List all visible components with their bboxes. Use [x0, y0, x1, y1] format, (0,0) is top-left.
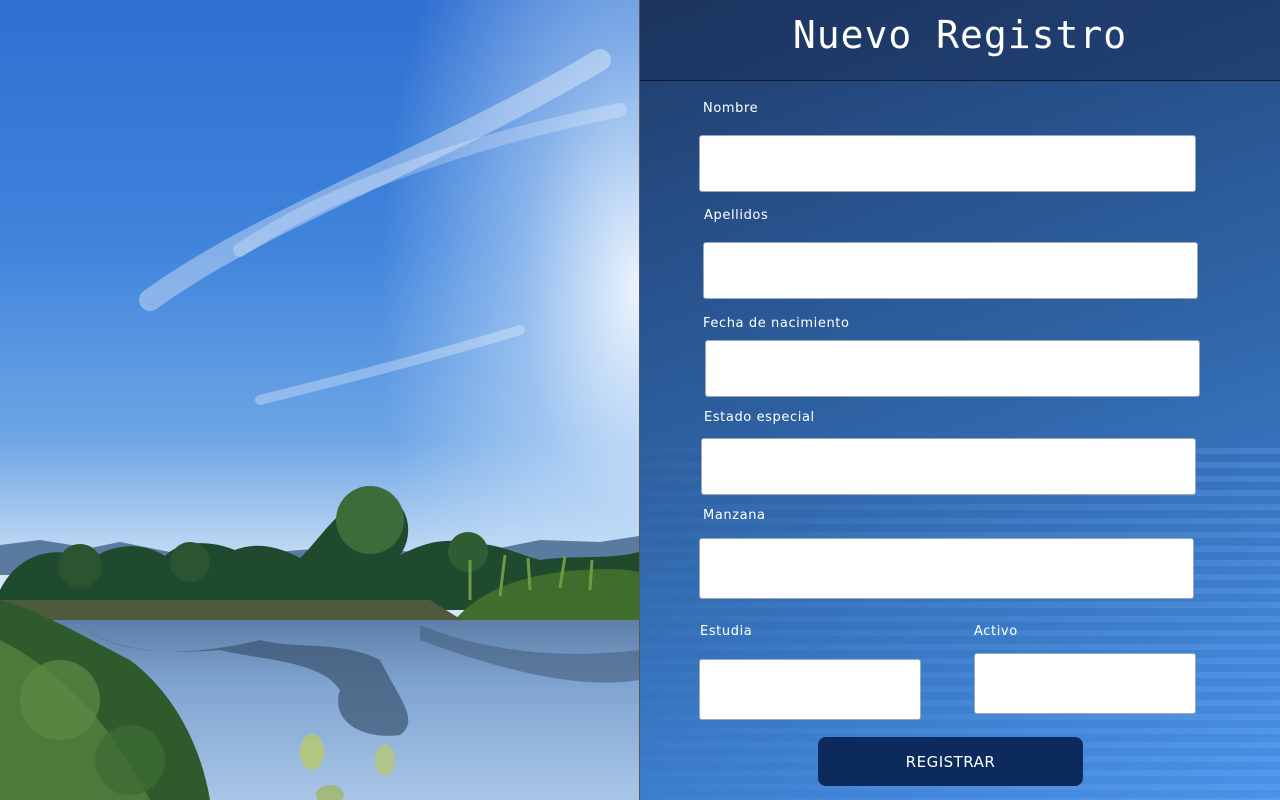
manzana-input[interactable]: [699, 538, 1194, 599]
apellidos-label: Apellidos: [704, 208, 769, 223]
estado-especial-label: Estado especial: [704, 410, 815, 425]
manzana-label: Manzana: [703, 508, 766, 523]
estudia-label: Estudia: [700, 624, 753, 639]
lake-landscape-image: [0, 0, 639, 800]
estado-especial-input[interactable]: [701, 438, 1196, 495]
estudia-input[interactable]: [699, 659, 921, 720]
nombre-label: Nombre: [703, 101, 759, 116]
fecha-nacimiento-label: Fecha de nacimiento: [703, 316, 850, 331]
form-title: Nuevo Registro: [792, 13, 1128, 57]
form-header: Nuevo Registro: [640, 0, 1280, 81]
activo-input[interactable]: [974, 653, 1196, 714]
nombre-input[interactable]: [699, 135, 1196, 192]
landscape-illustration: [0, 49, 639, 800]
activo-label: Activo: [974, 624, 1018, 639]
registration-panel: Nuevo Registro Nombre Apellidos Fecha de…: [640, 0, 1280, 800]
registrar-button[interactable]: REGISTRAR: [818, 737, 1083, 786]
apellidos-input[interactable]: [703, 242, 1198, 299]
fecha-nacimiento-input[interactable]: [705, 340, 1200, 397]
